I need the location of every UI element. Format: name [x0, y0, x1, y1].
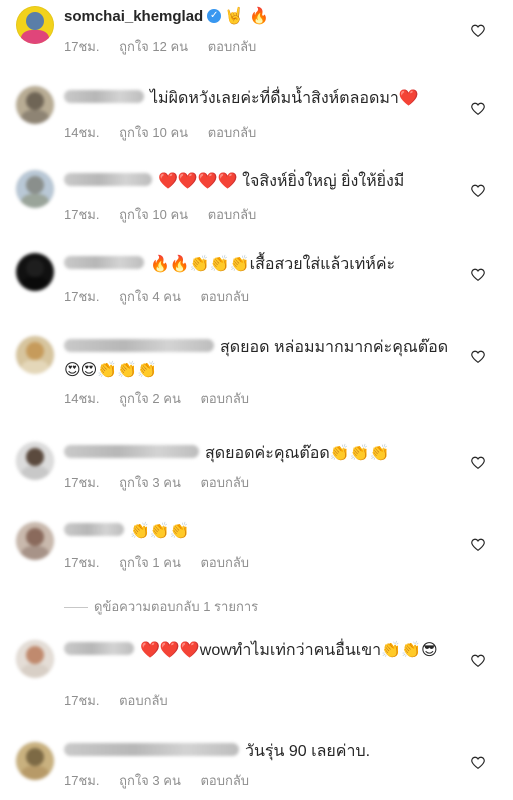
- avatar[interactable]: [16, 253, 54, 291]
- comment-time: 17ชม.: [64, 555, 100, 570]
- comment-time: 17ชม.: [64, 207, 100, 222]
- comment-likes-count[interactable]: ถูกใจ 3 คน: [119, 773, 181, 788]
- avatar[interactable]: [16, 170, 54, 208]
- view-replies-link[interactable]: ดูข้อความตอบกลับ 1 รายการ: [64, 596, 258, 617]
- reply-button[interactable]: ตอบกลับ: [200, 555, 249, 570]
- comment-text: 👏👏👏: [130, 523, 190, 540]
- reply-button[interactable]: ตอบกลับ: [200, 289, 249, 304]
- comment-username-blurred[interactable]: [64, 523, 124, 537]
- comment-text: สุดยอดค่ะคุณต๊อด👏👏👏: [205, 445, 390, 462]
- comment-time: 14ชม.: [64, 125, 100, 140]
- comment-text: ❤️❤️❤️wowทำไมเท่กว่าคนอื่นเขา👏👏😎: [140, 642, 438, 659]
- avatar[interactable]: [16, 442, 54, 480]
- comment-likes-count[interactable]: ถูกใจ 4 คน: [119, 289, 181, 304]
- heart-outline-icon[interactable]: [471, 24, 485, 37]
- avatar[interactable]: [16, 742, 54, 780]
- comment-likes-count[interactable]: ถูกใจ 2 คน: [119, 391, 181, 406]
- reply-button[interactable]: ตอบกลับ: [208, 125, 257, 140]
- comment-likes-count[interactable]: ถูกใจ 12 คน: [119, 39, 188, 54]
- reply-button[interactable]: ตอบกลับ: [200, 773, 249, 788]
- avatar[interactable]: [16, 86, 54, 124]
- comment-likes-count[interactable]: ถูกใจ 10 คน: [119, 207, 188, 222]
- avatar[interactable]: [16, 522, 54, 560]
- comment-username-blurred[interactable]: [64, 90, 144, 104]
- comment-likes-count[interactable]: ถูกใจ 1 คน: [119, 555, 181, 570]
- comment-text: ❤️❤️❤️❤️ ใจสิงห์ยิ่งใหญ่ ยิ่งให้ยิ่งมี: [158, 173, 405, 190]
- comment-likes-count[interactable]: ถูกใจ 3 คน: [119, 475, 181, 490]
- comment-username-blurred[interactable]: [64, 743, 239, 757]
- comment-time: 17ชม.: [64, 39, 100, 54]
- reply-button[interactable]: ตอบกลับ: [208, 39, 257, 54]
- avatar[interactable]: [16, 336, 54, 374]
- view-replies-label[interactable]: ดูข้อความตอบกลับ 1 รายการ: [94, 599, 258, 614]
- heart-outline-icon[interactable]: [471, 456, 485, 469]
- comment-time: 14ชม.: [64, 391, 100, 406]
- comment-time: 17ชม.: [64, 693, 100, 708]
- comment-text: 🔥🔥👏👏👏เสื้อสวยใส่แล้วเท่ห์ค่ะ: [150, 256, 396, 273]
- comment-username-blurred[interactable]: [64, 642, 134, 656]
- comment-username[interactable]: somchai_khemglad: [64, 8, 203, 25]
- comment-text: 🤘 🔥: [224, 6, 270, 25]
- heart-outline-icon[interactable]: [471, 350, 485, 363]
- reply-button[interactable]: ตอบกลับ: [200, 475, 249, 490]
- comment-username-blurred[interactable]: [64, 445, 199, 459]
- comment-time: 17ชม.: [64, 289, 100, 304]
- heart-outline-icon[interactable]: [471, 184, 485, 197]
- avatar[interactable]: [16, 6, 54, 44]
- heart-outline-icon[interactable]: [471, 756, 485, 769]
- comment-username-blurred[interactable]: [64, 256, 144, 270]
- comment-likes-count[interactable]: ถูกใจ 10 คน: [119, 125, 188, 140]
- reply-button[interactable]: ตอบกลับ: [119, 693, 168, 708]
- reply-thread-line: [64, 607, 88, 609]
- heart-outline-icon[interactable]: [471, 268, 485, 281]
- verified-badge-icon: ✓: [207, 8, 222, 23]
- comment-text: วันรุ่น 90 เลยค่าบ.: [245, 743, 371, 760]
- comment-time: 17ชม.: [64, 773, 100, 788]
- reply-button[interactable]: ตอบกลับ: [200, 391, 249, 406]
- heart-outline-icon[interactable]: [471, 654, 485, 667]
- comment-username-blurred[interactable]: [64, 173, 152, 187]
- comment-text: ไม่ผิดหวังเลยค่ะที่ดื่มน้ำสิงห์ตลอดมา❤️: [150, 90, 419, 107]
- reply-button[interactable]: ตอบกลับ: [208, 207, 257, 222]
- heart-outline-icon[interactable]: [471, 538, 485, 551]
- comment-time: 17ชม.: [64, 475, 100, 490]
- avatar[interactable]: [16, 640, 54, 678]
- comment-username-blurred[interactable]: [64, 339, 214, 353]
- heart-outline-icon[interactable]: [471, 102, 485, 115]
